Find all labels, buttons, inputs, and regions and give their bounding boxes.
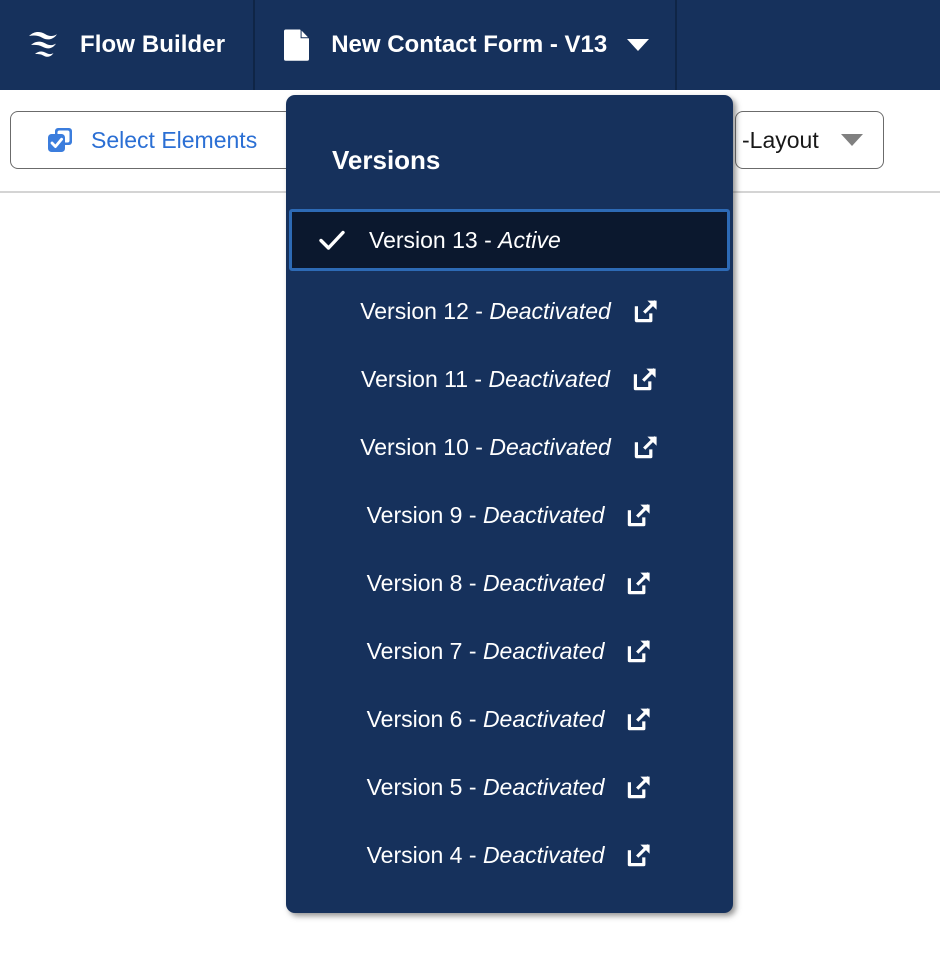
external-link-icon[interactable]	[633, 298, 659, 324]
version-separator: -	[462, 501, 483, 528]
versions-popup: Versions Version 13 - Active Version 12 -…	[286, 95, 733, 913]
external-link-icon[interactable]	[626, 706, 652, 732]
version-list-item[interactable]: Version 12 - Deactivated	[286, 283, 733, 339]
version-status: Deactivated	[482, 637, 605, 664]
versions-list: Version 13 - Active Version 12 - Deactiva…	[286, 209, 733, 883]
version-separator: -	[462, 637, 483, 664]
flow-name-dropdown[interactable]: New Contact Form - V13	[255, 0, 678, 90]
version-label: Version 12 - Deactivated	[360, 298, 611, 325]
version-name: Version 7	[366, 637, 463, 664]
version-label: Version 10 - Deactivated	[360, 434, 611, 461]
version-name: Version 11	[361, 365, 469, 392]
version-label: Version 4 - Deactivated	[367, 842, 605, 869]
external-link-icon[interactable]	[626, 638, 652, 664]
chevron-down-icon[interactable]	[840, 134, 863, 146]
select-elements-button[interactable]: Select Elements	[10, 111, 300, 169]
version-separator: -	[468, 297, 490, 324]
version-status: Deactivated	[482, 705, 605, 732]
version-list-item[interactable]: Version 4 - Deactivated	[286, 827, 733, 883]
version-name: Version 13	[369, 226, 478, 253]
version-name: Version 10	[360, 433, 469, 460]
version-label: Version 11 - Deactivated	[361, 366, 610, 393]
version-list-item[interactable]: Version 7 - Deactivated	[286, 623, 733, 679]
version-list-item[interactable]: Version 9 - Deactivated	[286, 487, 733, 543]
version-label: Version 8 - Deactivated	[367, 570, 605, 597]
versions-popup-heading: Versions	[332, 145, 441, 175]
version-label: Version 7 - Deactivated	[367, 638, 605, 665]
version-status: Deactivated	[482, 841, 605, 868]
external-link-icon[interactable]	[626, 842, 652, 868]
chevron-down-icon[interactable]	[627, 39, 650, 51]
external-link-icon[interactable]	[626, 502, 652, 528]
check-icon	[317, 225, 347, 255]
version-separator: -	[468, 433, 490, 460]
external-link-icon[interactable]	[633, 434, 659, 460]
flow-title: New Contact Form - V13	[331, 31, 608, 58]
external-link-icon[interactable]	[632, 366, 658, 392]
version-name: Version 5	[366, 773, 463, 800]
version-name: Version 9	[366, 501, 463, 528]
document-icon	[283, 28, 311, 62]
version-label: Version 13 - Active	[369, 227, 561, 254]
version-status: Deactivated	[482, 569, 605, 596]
version-list-item[interactable]: Version 6 - Deactivated	[286, 691, 733, 747]
version-list-item[interactable]: Version 13 - Active	[289, 209, 730, 271]
version-name: Version 6	[366, 705, 463, 732]
version-status: Deactivated	[488, 365, 610, 392]
version-separator: -	[462, 705, 483, 732]
version-status: Deactivated	[489, 433, 611, 460]
version-list-item[interactable]: Version 11 - Deactivated	[286, 351, 733, 407]
external-link-icon[interactable]	[626, 570, 652, 596]
version-status: Active	[498, 226, 561, 253]
version-label: Version 6 - Deactivated	[367, 706, 605, 733]
app-header: Flow Builder New Contact Form - V13	[0, 0, 940, 90]
version-label: Version 9 - Deactivated	[367, 502, 605, 529]
version-name: Version 12	[360, 297, 469, 324]
version-separator: -	[462, 773, 483, 800]
version-label: Version 5 - Deactivated	[367, 774, 605, 801]
version-list-item[interactable]: Version 8 - Deactivated	[286, 555, 733, 611]
version-list-item[interactable]: Version 5 - Deactivated	[286, 759, 733, 815]
version-status: Deactivated	[482, 501, 605, 528]
app-title: Flow Builder	[80, 31, 226, 58]
version-list-item[interactable]: Version 10 - Deactivated	[286, 419, 733, 475]
version-status: Deactivated	[482, 773, 605, 800]
version-separator: -	[462, 569, 483, 596]
select-elements-label: Select Elements	[91, 126, 258, 153]
version-separator: -	[462, 841, 483, 868]
version-name: Version 4	[366, 841, 463, 868]
app-branding: Flow Builder	[0, 0, 256, 90]
version-name: Version 8	[366, 569, 463, 596]
external-link-icon[interactable]	[626, 774, 652, 800]
version-separator: -	[468, 365, 489, 392]
version-separator: -	[477, 226, 499, 253]
flow-waves-logo-icon	[26, 28, 60, 62]
layout-mode-label: -Layout	[742, 126, 819, 153]
select-elements-icon	[47, 127, 73, 153]
layout-mode-dropdown[interactable]: -Layout	[735, 111, 884, 169]
version-status: Deactivated	[489, 297, 611, 324]
